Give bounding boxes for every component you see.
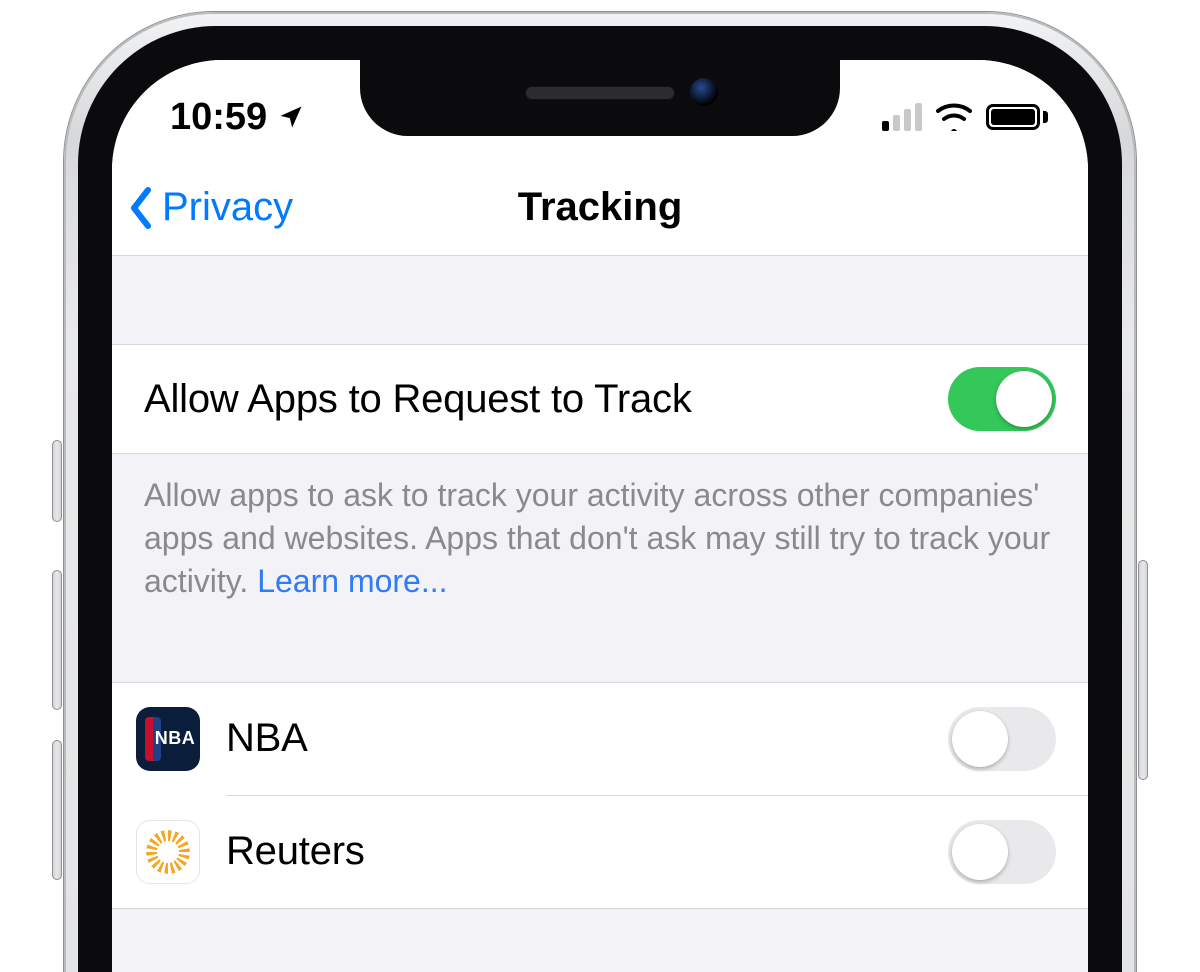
power-button	[1138, 560, 1148, 780]
reuters-toggle[interactable]	[948, 820, 1056, 884]
reuters-app-icon	[136, 820, 200, 884]
app-row-nba: NBA NBA	[112, 683, 1088, 795]
allow-apps-toggle[interactable]	[948, 367, 1056, 431]
toggle-knob	[952, 711, 1008, 767]
cellular-icon	[882, 103, 922, 131]
learn-more-link[interactable]: Learn more...	[257, 563, 447, 599]
trailing-space	[112, 909, 1088, 972]
stage: 10:59	[0, 0, 1200, 972]
nba-app-icon: NBA	[136, 707, 200, 771]
wifi-icon	[936, 103, 972, 131]
toggle-knob	[952, 824, 1008, 880]
battery-icon	[986, 104, 1048, 130]
app-row-reuters: Reuters	[112, 796, 1088, 908]
nba-toggle[interactable]	[948, 707, 1056, 771]
mute-switch	[52, 440, 62, 522]
volume-down-button	[52, 740, 62, 880]
section-spacer	[112, 256, 1088, 344]
nav-bar: Privacy Tracking	[112, 160, 1088, 256]
phone-bezel: 10:59	[78, 26, 1122, 972]
allow-apps-row: Allow Apps to Request to Track	[112, 345, 1088, 453]
allow-apps-label: Allow Apps to Request to Track	[144, 377, 692, 422]
app-name-label: Reuters	[226, 829, 365, 874]
phone-screen: 10:59	[112, 60, 1088, 972]
page-title: Tracking	[112, 185, 1088, 230]
apps-group: NBA NBA Reuters	[112, 682, 1088, 909]
status-right	[882, 103, 1048, 131]
toggle-knob	[996, 371, 1052, 427]
front-camera	[690, 78, 718, 106]
allow-apps-footer: Allow apps to ask to track your activity…	[112, 454, 1088, 638]
location-icon	[277, 103, 305, 131]
notch	[360, 60, 840, 136]
status-left: 10:59	[170, 96, 305, 139]
settings-body: Allow Apps to Request to Track Allow app…	[112, 256, 1088, 972]
app-name-label: NBA	[226, 716, 308, 761]
speaker-grille	[525, 86, 675, 100]
volume-up-button	[52, 570, 62, 710]
battery-fill	[991, 109, 1035, 125]
status-time: 10:59	[170, 96, 267, 139]
allow-apps-group: Allow Apps to Request to Track	[112, 344, 1088, 454]
phone-frame: 10:59	[64, 12, 1136, 972]
